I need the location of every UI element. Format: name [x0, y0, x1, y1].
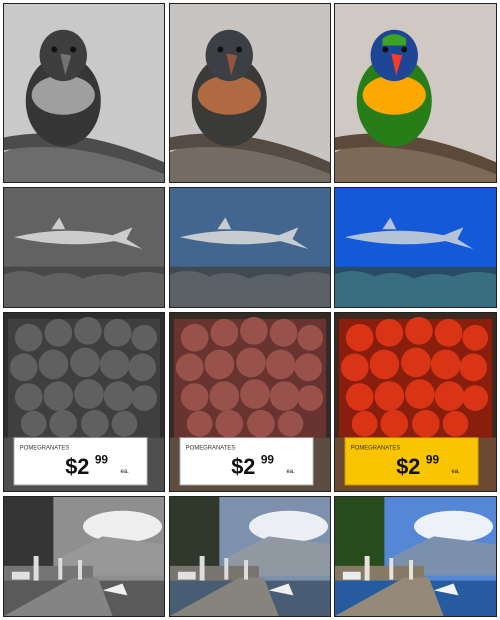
sign-label: POMEGRANATES	[186, 445, 235, 451]
pomegranates-grayscale: POMEGRANATES $2 99 ea.	[3, 312, 165, 492]
price-dollar: $2	[396, 454, 420, 479]
lorikeet-grayscale	[3, 3, 165, 183]
image-grid: POMEGRANATES $2 99 ea. POMEGRANATES $2 9…	[0, 0, 500, 620]
shark-full-color	[334, 187, 497, 308]
price-unit: ea.	[121, 469, 130, 475]
price-cents: 99	[426, 452, 440, 466]
lorikeet-partial-color	[169, 3, 331, 183]
lakeside-full-color	[334, 496, 497, 617]
price-cents: 99	[261, 452, 275, 466]
sign-label: POMEGRANATES	[20, 445, 69, 451]
lakeside-partial-color	[169, 496, 331, 617]
shark-partial-color	[169, 187, 331, 308]
price-dollar: $2	[65, 454, 89, 479]
pomegranates-full-color: POMEGRANATES $2 99 ea.	[334, 312, 497, 492]
price-dollar: $2	[231, 454, 255, 479]
price-cents: 99	[95, 452, 109, 466]
price-unit: ea.	[452, 469, 461, 475]
price-unit: ea.	[287, 469, 296, 475]
shark-grayscale	[3, 187, 165, 308]
lorikeet-full-color	[334, 3, 497, 183]
pomegranates-partial-color: POMEGRANATES $2 99 ea.	[169, 312, 331, 492]
sign-label: POMEGRANATES	[351, 445, 400, 451]
lakeside-grayscale	[3, 496, 165, 617]
